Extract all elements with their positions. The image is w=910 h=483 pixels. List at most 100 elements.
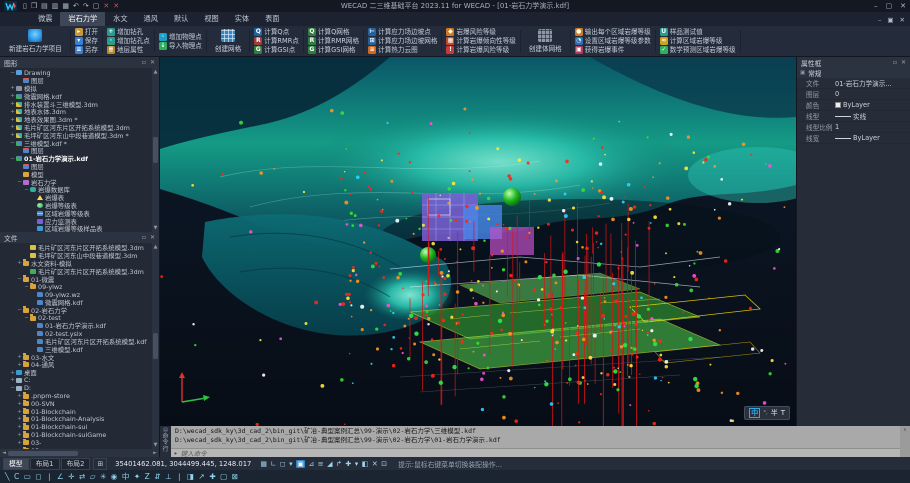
close-icon[interactable]: ✕ xyxy=(900,2,906,10)
expander-icon[interactable]: − xyxy=(16,179,23,185)
tab-2[interactable]: 水文 xyxy=(105,12,135,26)
ribbon-button-rockburst-tendency[interactable]: ▦计算岩爆倾向性等级 xyxy=(446,37,515,45)
ribbon-button-rmr-grid[interactable]: R计算RMR网格 xyxy=(308,37,359,45)
ribbon-button-strata-props[interactable]: ≣地层属性 xyxy=(107,46,150,54)
parallelogram-tool-icon[interactable]: ▱ xyxy=(90,471,96,482)
tree-item[interactable]: +03- xyxy=(0,439,159,447)
tree-item[interactable]: +01-Blockchain xyxy=(0,408,159,416)
ribbon-button-rockburst-risk[interactable]: !计算岩爆风险等级 xyxy=(446,46,515,54)
updown-tool-icon[interactable]: ⇵ xyxy=(154,471,160,482)
expander-icon[interactable]: − xyxy=(9,156,16,162)
tree-item[interactable]: 01-岩石力学演示.kdf xyxy=(0,322,159,330)
tree-item[interactable]: +01-Blockchain-suiGame xyxy=(0,431,159,439)
ribbon-button-rmr-point[interactable]: R计算RMR点 xyxy=(254,37,299,45)
collapse-icon[interactable]: ▣ xyxy=(800,70,805,76)
rectangle-tool-icon[interactable]: ▭ xyxy=(24,471,31,482)
layout-tab-0[interactable]: 模型 xyxy=(3,458,29,470)
grid-toggle-icon[interactable]: ▦ xyxy=(260,460,267,468)
expander-icon[interactable]: − xyxy=(9,140,16,146)
expander-icon[interactable]: + xyxy=(16,440,23,446)
expander-icon[interactable]: − xyxy=(9,70,16,76)
expander-icon[interactable]: + xyxy=(16,393,23,399)
expander-icon[interactable]: + xyxy=(9,93,16,99)
ribbon-button-open[interactable]: ▸打开 xyxy=(75,28,98,36)
ribbon-button-rockburst-level[interactable]: ◆岩爆风险等级 xyxy=(446,28,515,36)
tree-item[interactable]: 区域岩爆等级样品表 xyxy=(0,225,159,232)
circle-tool-icon[interactable]: C xyxy=(14,471,19,482)
expander-icon[interactable]: + xyxy=(16,354,23,360)
tree-item[interactable]: −01-岩石力学演示.kdf xyxy=(0,155,159,163)
tree-item[interactable]: +.pnpm-store xyxy=(0,392,159,400)
half-box-tool-icon[interactable]: ◨ xyxy=(187,471,194,482)
ribbon-button-gsi-grid[interactable]: G计算GSI网格 xyxy=(308,46,359,54)
redo-icon[interactable]: ↷ xyxy=(83,1,89,11)
pin-icon[interactable]: ▫ xyxy=(142,59,146,66)
command-scrollbar[interactable]: ∧ xyxy=(900,426,910,457)
bar-tool-icon[interactable]: ❘ xyxy=(176,471,182,482)
expander-icon[interactable]: + xyxy=(9,109,16,115)
layout-tab-2[interactable]: 布局2 xyxy=(61,458,91,470)
property-row[interactable]: 文件01-岩石力学演示... xyxy=(797,78,910,89)
tab-7[interactable]: 表面 xyxy=(257,12,287,26)
ribbon-button-stress-grid[interactable]: ⊞计算应力场边坡网格 xyxy=(368,37,437,45)
tree-item[interactable]: −D: xyxy=(0,384,159,392)
expander-icon[interactable]: + xyxy=(16,409,23,415)
ribbon-button-create-volume-mesh[interactable]: 创建体网格 xyxy=(525,29,566,53)
ribbon-button-import-physical-point[interactable]: ↓导入物理点 xyxy=(159,42,202,50)
ribbon-button-new-project[interactable]: 新建岩石力学项目 xyxy=(5,29,66,53)
expander-icon[interactable]: − xyxy=(23,284,30,290)
box-tool-icon[interactable]: ◻ xyxy=(35,471,41,482)
snap-tool-icon[interactable]: ✳ xyxy=(100,471,106,482)
ribbon-button-q-grid[interactable]: Q计算Q网格 xyxy=(308,28,359,36)
property-row[interactable]: 颜色ByLayer xyxy=(797,100,910,111)
expander-icon[interactable]: + xyxy=(9,377,16,383)
close-doc-icon[interactable]: ✕ xyxy=(103,1,109,11)
isolate-icon[interactable]: ◧ xyxy=(362,460,369,468)
annotation-icon[interactable]: ↱ xyxy=(336,460,342,468)
tree-item[interactable]: −09-ylwz xyxy=(0,283,159,291)
expander-icon[interactable]: − xyxy=(23,315,30,321)
angle-tool-icon[interactable]: ∠ xyxy=(57,471,64,482)
doc-minimize-icon[interactable]: – xyxy=(878,16,881,24)
expander-icon[interactable]: + xyxy=(16,424,23,430)
ribbon-button-calc-region-level[interactable]: ≈计算区域岩爆等级 xyxy=(660,37,736,45)
tree-item[interactable]: −02-岩石力学 xyxy=(0,306,159,314)
expander-icon[interactable]: + xyxy=(16,416,23,422)
clean-screen-icon[interactable]: ✕ xyxy=(372,460,378,468)
ribbon-button-thermal-cloud[interactable]: ≋计算热力云图 xyxy=(368,46,437,54)
expander-icon[interactable]: − xyxy=(16,307,23,313)
expander-icon[interactable]: − xyxy=(16,276,23,282)
close-panel-icon[interactable]: ✕ xyxy=(901,59,906,66)
ribbon-button-create-mesh[interactable]: 创建网格 xyxy=(211,29,245,53)
command-panel-tab[interactable]: ▤ 命令行 xyxy=(160,426,171,457)
expander-icon[interactable]: + xyxy=(9,370,16,376)
tab-6[interactable]: 实体 xyxy=(227,12,257,26)
tree-item[interactable]: +03-水文 xyxy=(0,353,159,361)
frame-tool-icon[interactable]: ▢ xyxy=(220,471,227,482)
expander-icon[interactable]: + xyxy=(9,132,16,138)
layout-tab-1[interactable]: 布局1 xyxy=(30,458,60,470)
material-mode-icon[interactable]: T xyxy=(781,409,785,417)
swap-tool-icon[interactable]: ⇄ xyxy=(79,471,85,482)
snap-icon[interactable]: ▣ xyxy=(296,460,305,468)
line-tool-icon[interactable]: ╲ xyxy=(5,471,10,482)
tree-item[interactable]: +05-gpu xyxy=(0,447,159,449)
degree-label[interactable]: °, xyxy=(763,410,768,416)
tree-item[interactable]: −岩石力学 xyxy=(0,178,159,186)
arrow-tool-icon[interactable]: ↗ xyxy=(199,471,205,482)
expander-icon[interactable]: + xyxy=(16,401,23,407)
open-file-icon[interactable]: ❒ xyxy=(31,1,37,11)
expander-icon[interactable]: − xyxy=(9,385,16,391)
command-input[interactable]: ▸ 键入命令 xyxy=(171,448,900,457)
print-icon[interactable]: ▦ xyxy=(62,1,69,11)
tree-item[interactable]: +C: xyxy=(0,377,159,385)
tree-item[interactable]: −岩爆数据库 xyxy=(0,186,159,194)
ribbon-button-saveas[interactable]: ≡另存 xyxy=(75,46,98,54)
property-row[interactable]: 线型实线 xyxy=(797,111,910,122)
close-box-tool-icon[interactable]: ⊠ xyxy=(232,471,238,482)
settings-icon[interactable]: ✚ xyxy=(345,460,351,468)
expander-icon[interactable]: + xyxy=(9,117,16,123)
tree-item[interactable]: −三维模型.kdf * xyxy=(0,139,159,147)
pin-icon[interactable]: ▫ xyxy=(142,234,146,241)
tree-item[interactable]: 模型 xyxy=(0,170,159,178)
